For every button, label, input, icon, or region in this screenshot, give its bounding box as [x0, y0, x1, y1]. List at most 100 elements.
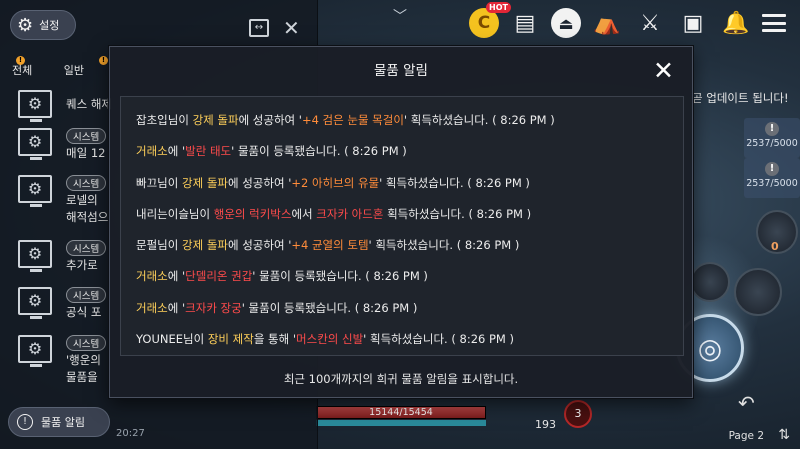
skill-slot[interactable]	[734, 268, 782, 316]
alert-entry-text: 단델리온 권갑	[185, 269, 253, 284]
alert-entry-text: 거래소	[136, 300, 168, 315]
chat-tabs: 전체 일반	[12, 62, 112, 78]
alert-entry-text: ' 획득하셨습니다. ( 8:26 PM )	[363, 332, 514, 347]
skill-slot[interactable]	[690, 262, 730, 302]
page-indicator: Page 2	[728, 430, 764, 442]
alert-entry-text: 님이	[157, 238, 182, 253]
status-time: 20:27	[116, 428, 145, 439]
alert-entry-text: 님이	[157, 175, 182, 190]
inventory-bag-icon[interactable]: ▣	[676, 8, 710, 38]
alert-entry-text: 머스칸의 신발	[296, 332, 364, 347]
alert-entry-text: 거래소	[136, 144, 168, 159]
system-badge: 시스템	[66, 240, 107, 256]
crossed-weapons-icon[interactable]: ⚔	[633, 8, 667, 38]
system-badge: 시스템	[66, 335, 107, 351]
alert-entry: 잡초입님이 강제 돌파에 성공하여 '+4 검은 눈물 목걸이' 획득하셨습니다…	[136, 105, 683, 136]
alert-entry-text: +4 검은 눈물 목걸이	[301, 113, 404, 127]
alert-entry-text: 에 '	[167, 144, 186, 159]
resize-icon[interactable]: ↔	[249, 19, 269, 37]
alert-entry-text: ' 물품이 등록됐습니다. ( 8:26 PM )	[241, 300, 418, 315]
alert-entry-text: +2 아히브의 유물	[291, 175, 380, 190]
tab-all[interactable]: 전체	[12, 64, 32, 77]
system-monitor-icon: ⚙	[18, 175, 52, 207]
alert-entry-text: 님이	[167, 113, 193, 127]
alert-entry-text: 내리는이슬	[136, 206, 189, 221]
potion-slot[interactable]: 3	[564, 400, 592, 428]
alert-entry-text: 을 통해 '	[253, 332, 297, 347]
alert-entry-text: ' 획득하셨습니다. ( 8:26 PM )	[379, 175, 530, 190]
alert-entry-text: YOUNEE	[136, 332, 183, 347]
resource-box[interactable]: ! 2537/5000	[744, 158, 800, 198]
alert-entry-text: 크자카 아드혼	[316, 206, 384, 221]
exit-door-icon[interactable]: ⏏	[551, 8, 581, 38]
alert-entry-text: 님이	[188, 206, 214, 221]
alert-entry-text: 거래소	[136, 269, 168, 284]
modal-title: 물품 알림	[374, 63, 428, 79]
alert-list: 잡초입님이 강제 돌파에 성공하여 '+4 검은 눈물 목걸이' 획득하셨습니다…	[121, 97, 683, 355]
hot-badge: HOT	[486, 2, 511, 13]
alert-entry: 문펄님이 강제 돌파에 성공하여 '+4 균열의 토템' 획득하셨습니다. ( …	[136, 230, 683, 261]
alert-icon: !	[765, 122, 779, 136]
rotate-arrow-icon[interactable]: ↶	[738, 391, 755, 415]
alert-entry-text: 잡초입	[136, 113, 168, 127]
alert-entry-text: 강제 돌파	[192, 113, 239, 127]
alert-entry: 내리는이슬님이 행운의 럭키박스에서 크자카 아드혼 획득하셨습니다. ( 8:…	[136, 199, 683, 230]
alert-entry-text: ' 물품이 등록됐습니다. ( 8:26 PM )	[231, 144, 407, 159]
close-icon[interactable]: ✕	[283, 16, 300, 40]
bell-icon[interactable]: 🔔	[719, 8, 753, 38]
alert-entry-text: 발란 태도	[185, 144, 232, 159]
alert-entry-text: ' 물품이 등록됐습니다. ( 8:26 PM )	[252, 269, 428, 284]
alert-entry: 빠끄님이 강제 돌파에 성공하여 '+2 아히브의 유물' 획득하셨습니다. (…	[136, 168, 683, 199]
settings-button[interactable]: ⚙ 설정	[10, 10, 76, 40]
alert-entry-text: 문펄	[136, 238, 158, 253]
alert-entry-text: ' 획득하셨습니다. ( 8:26 PM )	[403, 113, 555, 127]
alert-entry: YOUNEE님이 장비 제작을 통해 '머스칸의 신발' 획득하셨습니다. ( …	[136, 324, 683, 355]
alert-entry-text: ' 획득하셨습니다. ( 8:26 PM )	[368, 238, 520, 253]
modal-footer-note: 최근 100개까지의 희귀 물품 알림을 표시합니다.	[283, 372, 519, 386]
camp-tent-icon[interactable]: ⛺	[590, 8, 624, 38]
tab-general[interactable]: 일반	[64, 64, 84, 77]
system-monitor-icon: ⚙	[18, 90, 52, 122]
alert-entry-text: 님이	[183, 332, 208, 347]
alert-entry-text: 크자카 장궁	[185, 300, 242, 315]
item-alert-button[interactable]: ! 물품 알림	[8, 407, 110, 437]
alert-list-panel: 잡초입님이 강제 돌파에 성공하여 '+4 검은 눈물 목걸이' 획득하셨습니다…	[120, 96, 684, 356]
hud-number: 193	[535, 418, 556, 431]
close-icon[interactable]: ✕	[653, 57, 674, 85]
alert-entry-text: 강제 돌파	[182, 238, 228, 253]
mp-bar	[316, 420, 486, 426]
top-right-toolbar: C HOT ▤ ⏏ ⛺ ⚔ ▣ 🔔	[460, 2, 800, 40]
alert-entry-text: 행운의 럭키박스	[213, 206, 292, 221]
alert-entry-text: 빠끄	[136, 175, 158, 190]
chevron-down-icon[interactable]: ﹀	[393, 6, 407, 26]
system-monitor-icon: ⚙	[18, 240, 52, 272]
hamburger-menu-icon[interactable]	[762, 14, 786, 32]
coin-shop-icon[interactable]: C HOT	[469, 2, 511, 38]
alert-entry-text: +4 균열의 토템	[291, 238, 369, 253]
alert-entry-text: 에 성공하여 '	[227, 238, 292, 253]
alert-entry-text: 획득하셨습니다. ( 8:26 PM )	[383, 206, 532, 221]
alert-entry-text: 에 '	[167, 300, 186, 315]
item-alert-modal: 물품 알림 ✕ 잡초입님이 강제 돌파에 성공하여 '+4 검은 눈물 목걸이'…	[109, 46, 693, 398]
gear-icon: ⚙	[17, 14, 34, 36]
alert-circle-icon: !	[17, 414, 33, 430]
alert-entry: 거래소에 '단델리온 권갑' 물품이 등록됐습니다. ( 8:26 PM )	[136, 261, 683, 292]
slot-count: 0	[771, 240, 779, 253]
system-badge: 시스템	[66, 128, 107, 144]
update-notice: 곧 업데이트 됩니다!	[692, 91, 789, 105]
resource-box[interactable]: ! 2537/5000	[744, 118, 800, 158]
alert-entry: 거래소에 '발란 태도' 물품이 등록됐습니다. ( 8:26 PM )	[136, 136, 683, 167]
alert-entry-text: 에 '	[167, 269, 186, 284]
alert-entry-text: 에서	[291, 206, 317, 221]
system-monitor-icon: ⚙	[18, 128, 52, 160]
alert-entry-text: 강제 돌파	[182, 175, 228, 190]
character-book-icon[interactable]: ▤	[508, 8, 542, 38]
system-badge: 시스템	[66, 287, 107, 303]
alert-entry-text: 장비 제작	[207, 332, 254, 347]
hp-bar: 15144/15454	[316, 406, 486, 419]
alert-entry: 거래소에 '크자카 장궁' 물품이 등록됐습니다. ( 8:26 PM )	[136, 293, 683, 324]
alert-icon: !	[765, 162, 779, 176]
system-badge: 시스템	[66, 175, 107, 191]
system-monitor-icon: ⚙	[18, 335, 52, 367]
page-swap-icon[interactable]: ⇅	[778, 427, 790, 443]
